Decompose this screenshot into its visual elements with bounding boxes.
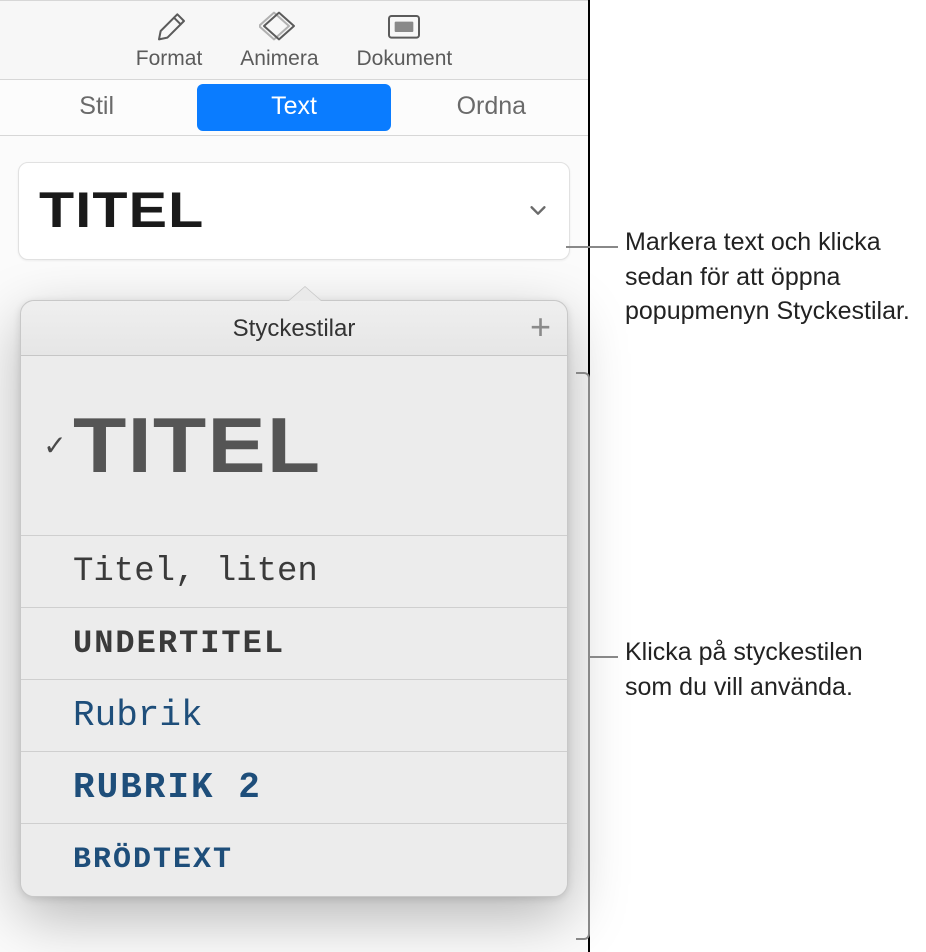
toolbar-format[interactable]: Format <box>136 7 203 71</box>
style-item-undertitel[interactable]: UNDERTITEL <box>21 608 567 680</box>
callout-text-1: Markera text och klicka sedan för att öp… <box>625 225 915 329</box>
callout-leader-2 <box>590 656 618 658</box>
style-label-undertitel: UNDERTITEL <box>73 625 549 662</box>
popover-title: Styckestilar <box>233 315 356 343</box>
style-label-titel: TITEL <box>73 400 606 491</box>
style-item-titel[interactable]: ✓ TITEL <box>21 356 567 536</box>
tab-arrange[interactable]: Ordna <box>395 80 588 135</box>
toolbar-animate-label: Animera <box>240 47 318 71</box>
callout-bracket <box>576 372 590 940</box>
paragraph-styles-popover: Styckestilar + ✓ TITEL Titel, liten UNDE… <box>20 300 568 897</box>
brush-icon <box>146 7 192 45</box>
main-toolbar: Format Animera Dokument <box>0 0 588 80</box>
add-style-button[interactable]: + <box>530 309 551 345</box>
toolbar-animate[interactable]: Animera <box>240 7 318 71</box>
toolbar-format-label: Format <box>136 47 203 71</box>
style-label-brodtext: BRÖDTEXT <box>73 843 549 877</box>
style-label-titel-liten: Titel, liten <box>73 553 549 591</box>
current-style-preview: TITEL <box>39 181 204 239</box>
style-item-titel-liten[interactable]: Titel, liten <box>21 536 567 608</box>
paragraph-style-row: TITEL <box>18 162 570 260</box>
paragraph-style-list: ✓ TITEL Titel, liten UNDERTITEL Rubrik R… <box>21 356 567 896</box>
toolbar-document[interactable]: Dokument <box>357 7 453 71</box>
style-item-rubrik[interactable]: Rubrik <box>21 680 567 752</box>
diamond-icon <box>256 7 302 45</box>
paragraph-style-popup-button[interactable]: TITEL <box>18 162 570 260</box>
style-label-rubrik: Rubrik <box>73 695 549 736</box>
document-icon <box>381 7 427 45</box>
style-item-brodtext[interactable]: BRÖDTEXT <box>21 824 567 896</box>
style-item-rubrik-2[interactable]: RUBRIK 2 <box>21 752 567 824</box>
style-label-rubrik-2: RUBRIK 2 <box>73 767 549 808</box>
inspector-tabs: Stil Text Ordna <box>0 80 588 136</box>
toolbar-document-label: Dokument <box>357 47 453 71</box>
popover-header: Styckestilar + <box>21 301 567 356</box>
callout-text-2: Klicka på styckestilen som du vill använ… <box>625 635 915 704</box>
checkmark-icon: ✓ <box>37 429 73 462</box>
tab-style[interactable]: Stil <box>0 80 193 135</box>
callout-leader-1 <box>566 246 618 248</box>
chevron-down-icon <box>527 199 549 221</box>
tab-text[interactable]: Text <box>197 84 390 131</box>
